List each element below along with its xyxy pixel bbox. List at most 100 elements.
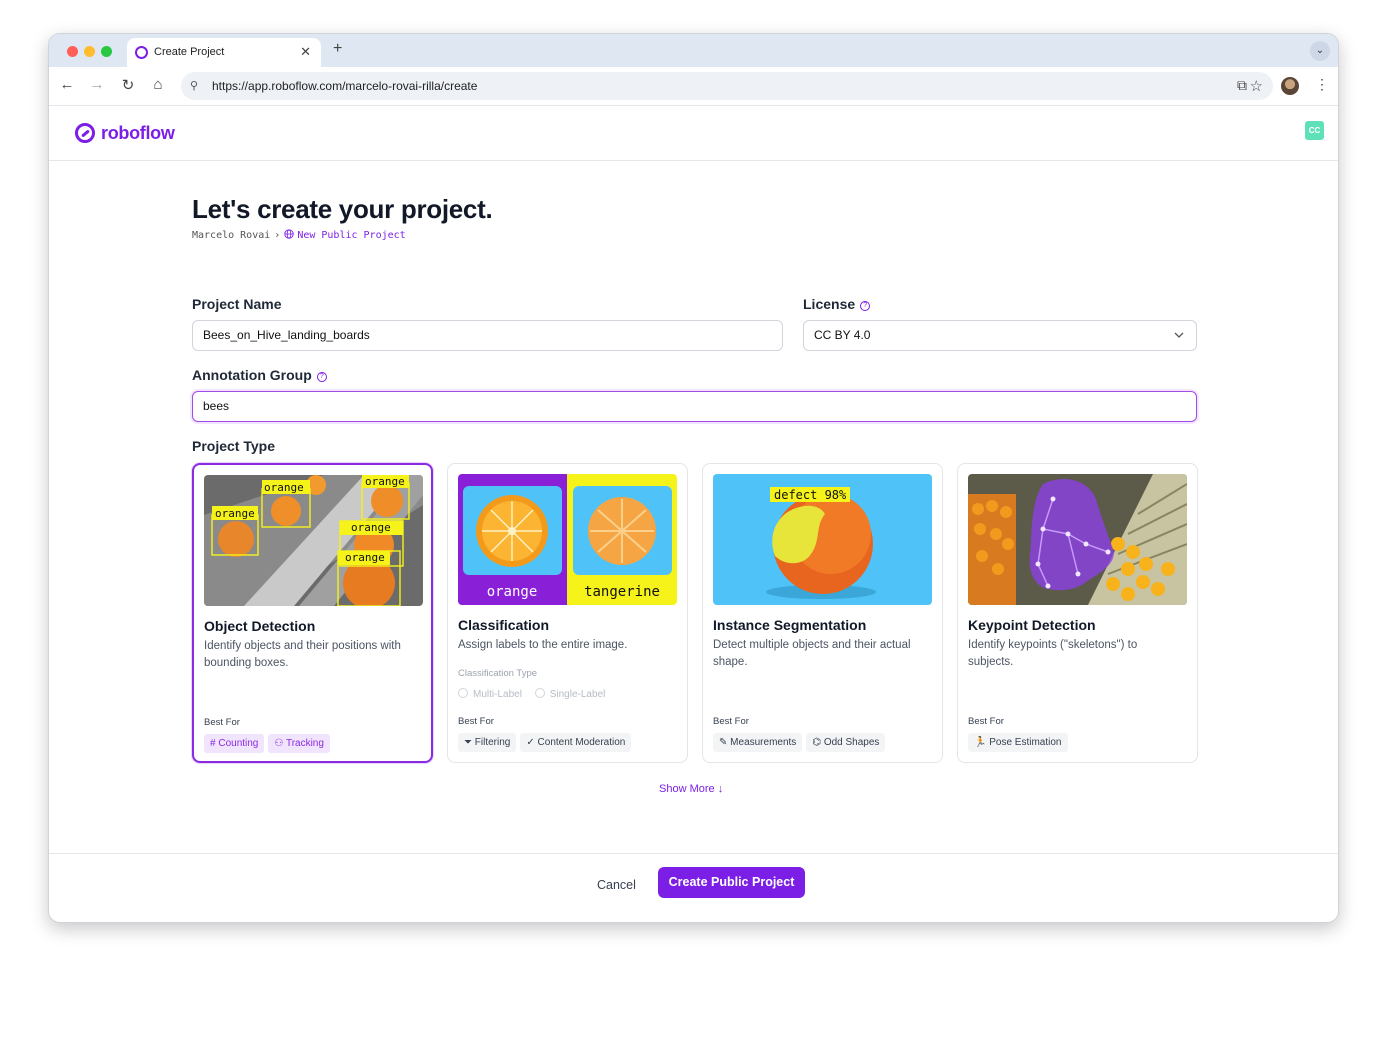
tag-label: Content Moderation xyxy=(537,737,626,748)
create-public-project-button[interactable]: Create Public Project xyxy=(658,867,805,898)
project-type-card-classification[interactable]: orange tangerine Classification Assign l… xyxy=(447,463,688,763)
license-select[interactable]: CC BY 4.0 xyxy=(803,320,1197,351)
instance-segmentation-image: defect 98% xyxy=(713,474,932,605)
annotation-group-input[interactable]: bees xyxy=(192,391,1197,422)
reload-icon[interactable]: ↻ xyxy=(118,76,138,94)
profile-avatar[interactable] xyxy=(1281,77,1299,95)
roboflow-logo-icon[interactable] xyxy=(75,123,95,143)
project-type-card-instance-segmentation[interactable]: defect 98% Instance Segmentation Detect … xyxy=(702,463,943,763)
card-title: Keypoint Detection xyxy=(968,617,1096,633)
best-for-tags: ⏷ Filtering ✓ Content Moderation xyxy=(458,732,635,752)
card-title: Object Detection xyxy=(204,618,316,634)
cancel-button[interactable]: Cancel xyxy=(597,878,636,892)
detection-label-1: orange xyxy=(215,507,255,520)
bookmark-star-icon[interactable]: ☆ xyxy=(1250,77,1263,95)
browser-menu-icon[interactable]: ⋮ xyxy=(1315,76,1329,93)
show-more-button[interactable]: Show More ↓ xyxy=(659,783,723,795)
card-title: Classification xyxy=(458,617,550,633)
project-type-card-keypoint-detection[interactable]: Keypoint Detection Identify keypoints ("… xyxy=(957,463,1198,763)
app-header: roboflow CC xyxy=(49,106,1338,161)
single-label-option[interactable]: Single-Label xyxy=(534,688,606,700)
breadcrumb-separator: › xyxy=(274,230,281,241)
back-icon[interactable]: ← xyxy=(57,76,77,93)
license-help-icon[interactable]: ? xyxy=(860,301,871,311)
tag-label: Odd Shapes xyxy=(823,737,880,748)
project-type-label: Project Type xyxy=(192,438,275,454)
best-for-label: Best For xyxy=(458,716,494,727)
option-label: Multi-Label xyxy=(473,689,522,700)
hash-icon: # xyxy=(210,738,216,749)
page-title: Let's create your project. xyxy=(192,194,493,224)
address-bar[interactable]: ⚲ https://app.roboflow.com/marcelo-rovai… xyxy=(181,72,1273,100)
tag-label: Filtering xyxy=(474,737,511,748)
form-footer: Cancel Create Public Project xyxy=(49,853,1338,922)
annotation-group-help-icon[interactable]: ? xyxy=(316,372,327,382)
tab-search-button[interactable]: ⌄ xyxy=(1310,41,1330,61)
tab-create-project[interactable]: Create Project ✕ xyxy=(127,38,321,67)
shapes-icon: ⌬ xyxy=(812,737,822,748)
roboflow-favicon-icon xyxy=(135,46,148,59)
classification-image: orange tangerine xyxy=(458,474,677,605)
best-for-tags: ✎ Measurements ⌬ Odd Shapes xyxy=(713,732,889,752)
card-description: Identify objects and their positions wit… xyxy=(204,640,401,669)
minimize-window-button[interactable] xyxy=(84,46,95,57)
check-icon: ✓ xyxy=(526,737,535,748)
user-workspace-icon[interactable]: CC xyxy=(1305,121,1324,140)
object-detection-image: orange orange orange orange orange xyxy=(204,475,423,606)
radio-icon xyxy=(458,688,468,698)
roboflow-logo-text[interactable]: roboflow xyxy=(101,123,175,144)
detection-label-5: orange xyxy=(345,551,385,564)
tag-odd-shapes: ⌬ Odd Shapes xyxy=(806,733,886,752)
card-description: Detect multiple objects and their actual… xyxy=(713,639,911,668)
breadcrumb-owner[interactable]: Marcelo Rovai xyxy=(192,230,270,241)
breadcrumb-current: New Public Project xyxy=(284,229,406,241)
maximize-window-button[interactable] xyxy=(101,46,112,57)
browser-window: Create Project ✕ + ⌄ ← → ↻ ⌂ ⚲ https://a… xyxy=(48,33,1339,923)
annotation-group-label: Annotation Group? xyxy=(192,367,327,383)
best-for-tags: # Counting ⚇ Tracking xyxy=(204,733,334,753)
running-person-icon: 🏃 xyxy=(974,737,987,748)
keypoint-detection-image xyxy=(968,474,1187,605)
tab-bar: Create Project ✕ + ⌄ xyxy=(49,34,1338,67)
best-for-label: Best For xyxy=(713,716,749,727)
segmentation-label: defect 98% xyxy=(774,488,847,502)
close-tab-icon[interactable]: ✕ xyxy=(300,44,311,60)
globe-icon xyxy=(284,229,294,239)
project-name-input[interactable]: Bees_on_Hive_landing_boards xyxy=(192,320,783,351)
card-description: Assign labels to the entire image. xyxy=(458,639,628,651)
radio-icon xyxy=(534,688,545,698)
option-label: Single-Label xyxy=(549,689,606,700)
tag-label: Measurements xyxy=(730,737,797,748)
url-text[interactable]: https://app.roboflow.com/marcelo-rovai-r… xyxy=(212,79,477,93)
browser-toolbar: ← → ↻ ⌂ ⚲ https://app.roboflow.com/marce… xyxy=(49,67,1338,106)
classification-type-options: Multi-Label Single-Label xyxy=(458,688,605,700)
ruler-icon: ✎ xyxy=(719,737,728,748)
card-description: Identify keypoints ("skeletons") to subj… xyxy=(968,639,1138,668)
license-label: License? xyxy=(803,296,871,312)
project-type-cards: orange orange orange orange orange Objec… xyxy=(192,463,1198,764)
breadcrumb-current-label: New Public Project xyxy=(297,230,406,241)
breadcrumb: Marcelo Rovai › New Public Project xyxy=(192,229,406,241)
new-tab-button[interactable]: + xyxy=(333,40,342,58)
annotation-group-label-text: Annotation Group xyxy=(192,367,312,383)
project-type-card-object-detection[interactable]: orange orange orange orange orange Objec… xyxy=(192,463,433,763)
tag-measurements: ✎ Measurements xyxy=(713,733,803,752)
best-for-label: Best For xyxy=(204,717,240,728)
extensions-icon[interactable]: ⧉ xyxy=(1237,77,1247,94)
close-window-button[interactable] xyxy=(67,46,78,57)
home-icon[interactable]: ⌂ xyxy=(148,76,168,93)
project-name-label: Project Name xyxy=(192,296,282,312)
classification-label-tangerine: tangerine xyxy=(584,584,660,600)
license-selected-value: CC BY 4.0 xyxy=(814,328,871,342)
detection-label-4: orange xyxy=(351,521,391,534)
forward-icon[interactable]: → xyxy=(87,76,107,93)
best-for-label: Best For xyxy=(968,716,1004,727)
tag-label: Counting xyxy=(218,738,259,749)
classification-type-label: Classification Type xyxy=(458,668,538,679)
tag-label: Tracking xyxy=(285,738,324,749)
detection-label-3: orange xyxy=(365,475,405,488)
tag-label: Pose Estimation xyxy=(989,737,1062,748)
site-info-icon[interactable]: ⚲ xyxy=(190,79,198,92)
multi-label-option[interactable]: Multi-Label xyxy=(458,688,522,700)
filter-icon: ⏷ xyxy=(464,737,472,748)
